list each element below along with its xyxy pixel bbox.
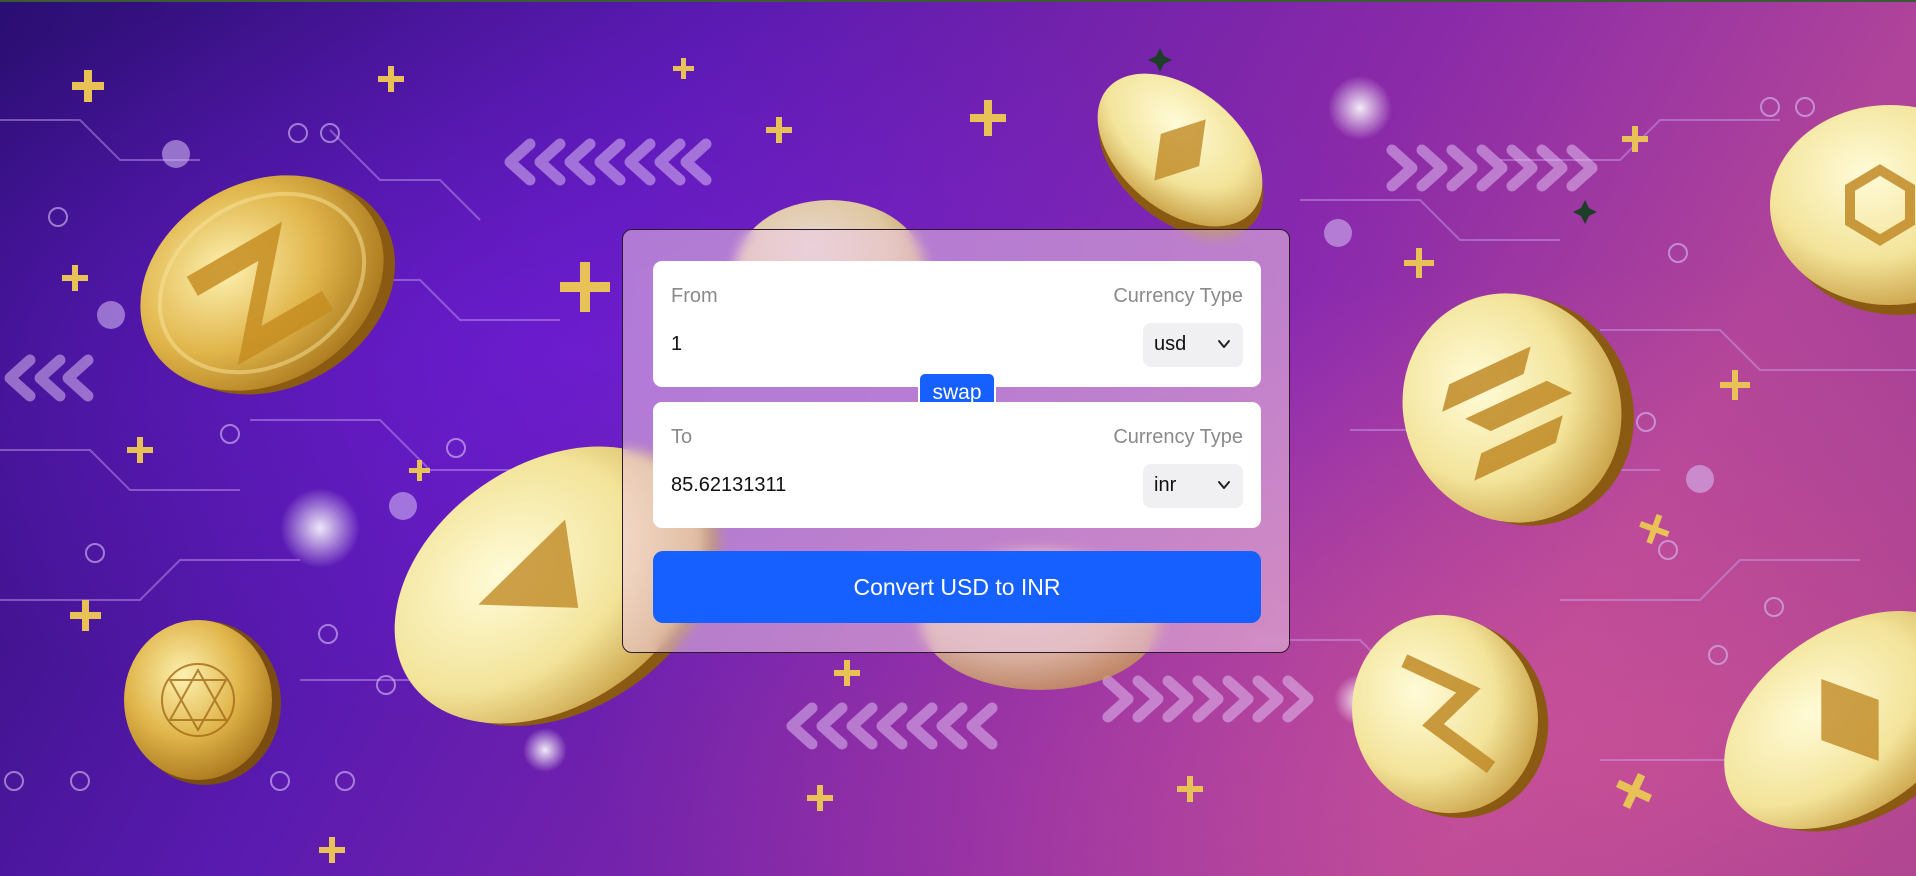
to-amount-input[interactable] [671,468,1091,502]
from-currency-type-label: Currency Type [1113,285,1243,307]
chevron-down-icon [1218,340,1230,348]
from-label: From [671,285,718,307]
to-currency-select[interactable]: inr [1143,464,1243,508]
to-label: To [671,426,693,448]
to-currency-type-label: Currency Type [1113,426,1243,448]
from-currency-value: usd [1154,333,1187,355]
from-amount-input[interactable] [671,327,1091,361]
convert-button[interactable]: Convert USD to INR [653,551,1261,623]
chevron-down-icon [1218,481,1230,489]
from-currency-select[interactable]: usd [1143,323,1243,367]
from-field-box: From Currency Type usd [653,261,1261,387]
to-field-box: To Currency Type inr [653,402,1261,528]
to-currency-value: inr [1154,474,1177,496]
converter-card: From Currency Type usd swap To Currency … [622,229,1290,653]
